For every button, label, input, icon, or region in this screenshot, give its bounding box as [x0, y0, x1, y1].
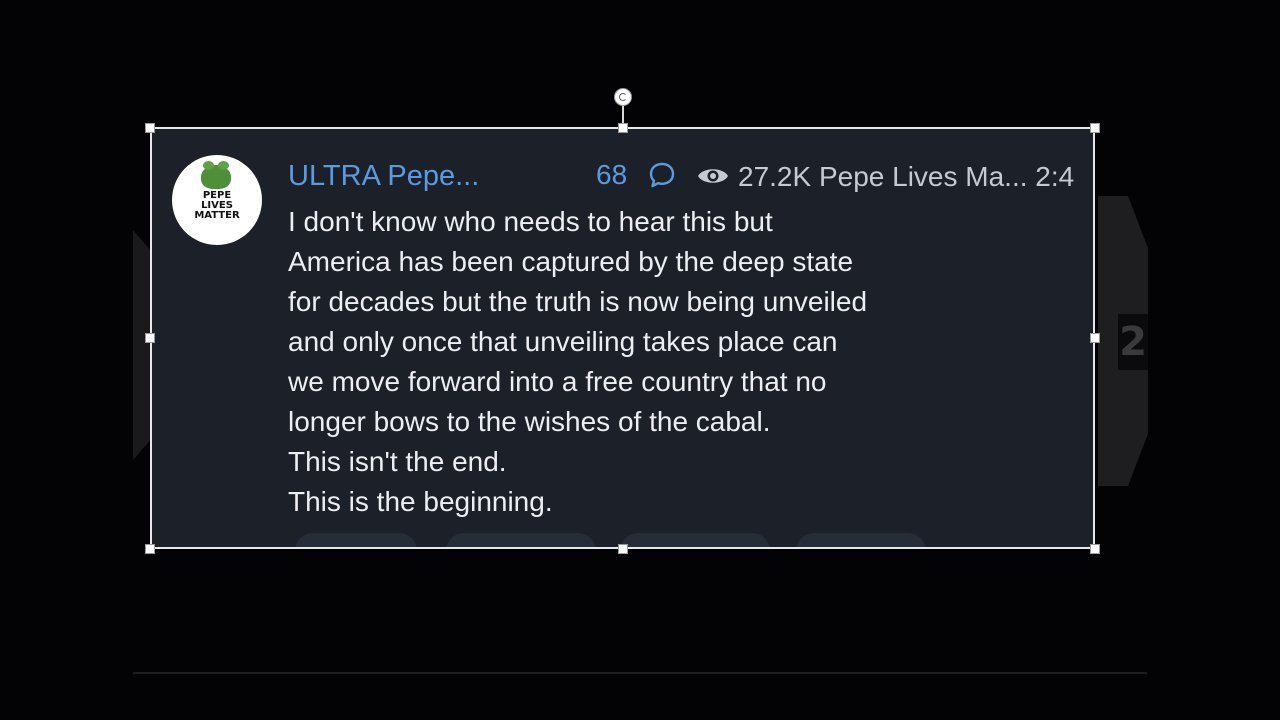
- post-card[interactable]: PEPE LIVES MATTER ULTRA Pepe... 68 27.2K…: [150, 128, 1095, 549]
- comment-icon[interactable]: [647, 160, 677, 190]
- reaction-chip[interactable]: [620, 533, 770, 549]
- resize-handle-bottom-left[interactable]: [145, 544, 155, 554]
- resize-handle-bottom-right[interactable]: [1090, 544, 1100, 554]
- comment-count[interactable]: 68: [596, 159, 627, 191]
- message-line: we move forward into a free country that…: [288, 366, 827, 397]
- eye-icon: [698, 169, 728, 183]
- message-line: America has been captured by the deep st…: [288, 246, 854, 277]
- message-line: and only once that unveiling takes place…: [288, 326, 838, 357]
- avatar-label: PEPE LIVES MATTER: [194, 190, 240, 221]
- bottom-divider: [133, 672, 1147, 674]
- rotate-stem: [622, 104, 624, 124]
- channel-name[interactable]: ULTRA Pepe...: [288, 160, 479, 193]
- resize-handle-left[interactable]: [145, 333, 155, 343]
- message-line: This isn't the end.: [288, 446, 507, 477]
- message-text: I don't know who needs to hear this but …: [288, 202, 1068, 522]
- post-meta: 27.2K Pepe Lives Ma... 2:4: [738, 161, 1075, 192]
- frog-icon: [201, 161, 231, 189]
- resize-handle-top-left[interactable]: [145, 123, 155, 133]
- background-badge: 2: [1118, 314, 1148, 370]
- message-line: longer bows to the wishes of the cabal.: [288, 406, 771, 437]
- reaction-chip[interactable]: [796, 533, 926, 549]
- screen: 2 PEPE LIVES MATTER ULTRA Pepe... 68 27.…: [0, 0, 1280, 720]
- message-line: I don't know who needs to hear this but: [288, 206, 773, 237]
- message-line: This is the beginning.: [288, 486, 553, 517]
- reaction-chip[interactable]: [295, 533, 417, 549]
- resize-handle-top[interactable]: [618, 123, 628, 133]
- reaction-chip[interactable]: [446, 533, 596, 549]
- message-line: for decades but the truth is now being u…: [288, 286, 868, 317]
- channel-avatar[interactable]: PEPE LIVES MATTER: [172, 155, 262, 245]
- rotate-icon[interactable]: [614, 88, 632, 106]
- resize-handle-right[interactable]: [1090, 333, 1100, 343]
- resize-handle-bottom[interactable]: [618, 544, 628, 554]
- resize-handle-top-right[interactable]: [1090, 123, 1100, 133]
